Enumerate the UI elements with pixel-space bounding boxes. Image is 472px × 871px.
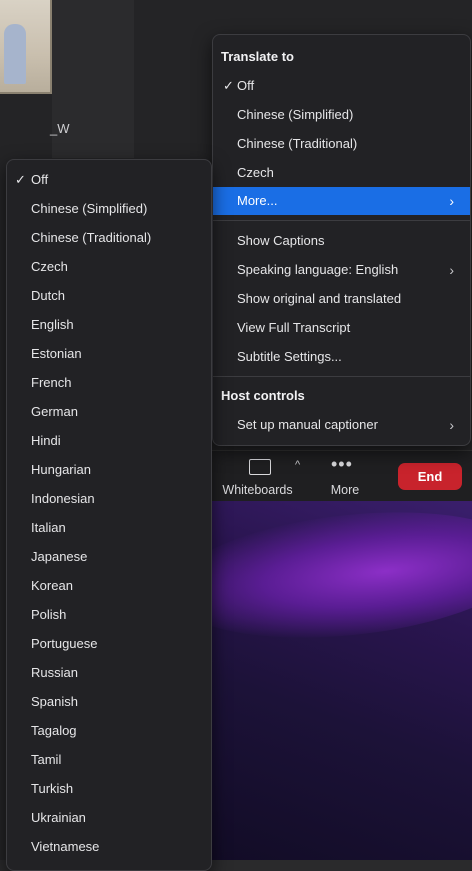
menu-item-label: View Full Transcript <box>237 320 351 335</box>
meeting-toolbar: ^ Whiteboards ••• More End <box>210 450 472 501</box>
translate-item-czech[interactable]: Czech <box>213 159 470 187</box>
check-icon: ✓ <box>223 78 234 93</box>
language-item-dutch[interactable]: Dutch <box>7 282 211 310</box>
language-submenu: ✓ Off Chinese (Simplified) Chinese (Traditi… <box>6 159 212 871</box>
chevron-right-icon: › <box>449 417 454 433</box>
menu-item-label: Tamil <box>31 752 62 767</box>
menu-item-label: Off <box>237 78 255 93</box>
translate-item-off[interactable]: ✓ Off <box>213 72 470 100</box>
language-item-czech[interactable]: Czech <box>7 253 211 281</box>
host-controls-header: Host controls <box>221 388 305 403</box>
check-icon: ✓ <box>15 172 26 187</box>
language-item-tamil[interactable]: Tamil <box>7 746 211 774</box>
menu-item-label: Show original and translated <box>237 291 402 306</box>
menu-item-label: Korean <box>31 578 73 593</box>
language-item-off[interactable]: ✓ Off <box>7 166 211 194</box>
menu-item-label: Italian <box>31 520 66 535</box>
menu-item-label: Chinese (Simplified) <box>237 107 354 122</box>
menu-item-label: Estonian <box>31 346 82 361</box>
translate-item-chinese-simplified[interactable]: Chinese (Simplified) <box>213 101 470 129</box>
language-item-polish[interactable]: Polish <box>7 601 211 629</box>
chevron-right-icon: › <box>449 262 454 278</box>
translate-item-chinese-traditional[interactable]: Chinese (Traditional) <box>213 130 470 158</box>
set-up-manual-captioner-item[interactable]: Set up manual captioner › <box>213 411 470 439</box>
menu-item-label: Vietnamese <box>31 839 100 854</box>
menu-item-label: Polish <box>31 607 67 622</box>
end-meeting-button[interactable]: End <box>398 463 462 490</box>
menu-item-label: English <box>31 317 74 332</box>
menu-item-label: Chinese (Traditional) <box>237 136 358 151</box>
menu-item-label: Off <box>31 172 49 187</box>
menu-item-label: Hungarian <box>31 462 91 477</box>
language-item-russian[interactable]: Russian <box>7 659 211 687</box>
caret-up-icon[interactable]: ^ <box>295 459 300 471</box>
show-original-and-translated-item[interactable]: Show original and translated <box>213 285 470 313</box>
chevron-right-icon: › <box>449 193 454 209</box>
menu-item-label: Russian <box>31 665 78 680</box>
language-item-chinese-simplified[interactable]: Chinese (Simplified) <box>7 195 211 223</box>
menu-item-label: Chinese (Simplified) <box>31 201 148 216</box>
language-item-french[interactable]: French <box>7 369 211 397</box>
language-item-chinese-traditional[interactable]: Chinese (Traditional) <box>7 224 211 252</box>
menu-divider <box>213 376 470 377</box>
translate-to-header: Translate to <box>221 49 294 64</box>
menu-item-label: Tagalog <box>31 723 77 738</box>
more-dots-icon: ••• <box>331 454 353 474</box>
language-item-ukrainian[interactable]: Ukrainian <box>7 804 211 832</box>
language-item-german[interactable]: German <box>7 398 211 426</box>
menu-divider <box>213 220 470 221</box>
whiteboards-button[interactable]: ^ Whiteboards <box>220 451 300 501</box>
language-item-tagalog[interactable]: Tagalog <box>7 717 211 745</box>
language-item-korean[interactable]: Korean <box>7 572 211 600</box>
participant-name: _W <box>50 121 70 136</box>
participant-video-thumbnail[interactable] <box>0 0 52 94</box>
language-item-japanese[interactable]: Japanese <box>7 543 211 571</box>
menu-item-label: Show Captions <box>237 233 325 248</box>
more-label: More <box>330 483 360 497</box>
view-full-transcript-item[interactable]: View Full Transcript <box>213 314 470 342</box>
language-item-vietnamese[interactable]: Vietnamese <box>7 833 211 861</box>
menu-item-label: Spanish <box>31 694 78 709</box>
whiteboards-label: Whiteboards <box>222 483 293 497</box>
subtitle-settings-item[interactable]: Subtitle Settings... <box>213 343 470 371</box>
participant-figure <box>4 24 26 84</box>
menu-item-label: Portuguese <box>31 636 98 651</box>
whiteboard-icon <box>249 459 271 475</box>
language-item-hungarian[interactable]: Hungarian <box>7 456 211 484</box>
language-item-indonesian[interactable]: Indonesian <box>7 485 211 513</box>
menu-item-label: Set up manual captioner <box>237 417 378 432</box>
language-item-hindi[interactable]: Hindi <box>7 427 211 455</box>
show-captions-item[interactable]: Show Captions <box>213 227 470 255</box>
language-item-spanish[interactable]: Spanish <box>7 688 211 716</box>
menu-item-label: German <box>31 404 78 419</box>
language-item-italian[interactable]: Italian <box>7 514 211 542</box>
menu-item-label: Chinese (Traditional) <box>31 230 152 245</box>
menu-item-label: Speaking language: English <box>237 262 399 277</box>
speaking-language-item[interactable]: Speaking language: English › <box>213 256 470 284</box>
participant-tile[interactable]: _W <box>50 0 134 158</box>
menu-item-label: Japanese <box>31 549 88 564</box>
menu-item-label: Czech <box>237 165 274 180</box>
language-item-estonian[interactable]: Estonian <box>7 340 211 368</box>
menu-item-label: Turkish <box>31 781 74 796</box>
menu-item-label: More... <box>237 193 278 208</box>
desktop-wallpaper <box>210 495 472 860</box>
menu-item-label: Czech <box>31 259 68 274</box>
menu-item-label: French <box>31 375 72 390</box>
language-item-english[interactable]: English <box>7 311 211 339</box>
language-item-turkish[interactable]: Turkish <box>7 775 211 803</box>
menu-item-label: Hindi <box>31 433 61 448</box>
translate-item-more[interactable]: More... › <box>213 187 470 215</box>
menu-item-label: Subtitle Settings... <box>237 349 342 364</box>
menu-item-label: Indonesian <box>31 491 95 506</box>
menu-item-label: Dutch <box>31 288 65 303</box>
translate-menu: Translate to ✓ Off Chinese (Simplified) … <box>212 34 471 446</box>
more-button[interactable]: ••• More <box>325 451 365 501</box>
menu-item-label: Ukrainian <box>31 810 86 825</box>
language-item-portuguese[interactable]: Portuguese <box>7 630 211 658</box>
